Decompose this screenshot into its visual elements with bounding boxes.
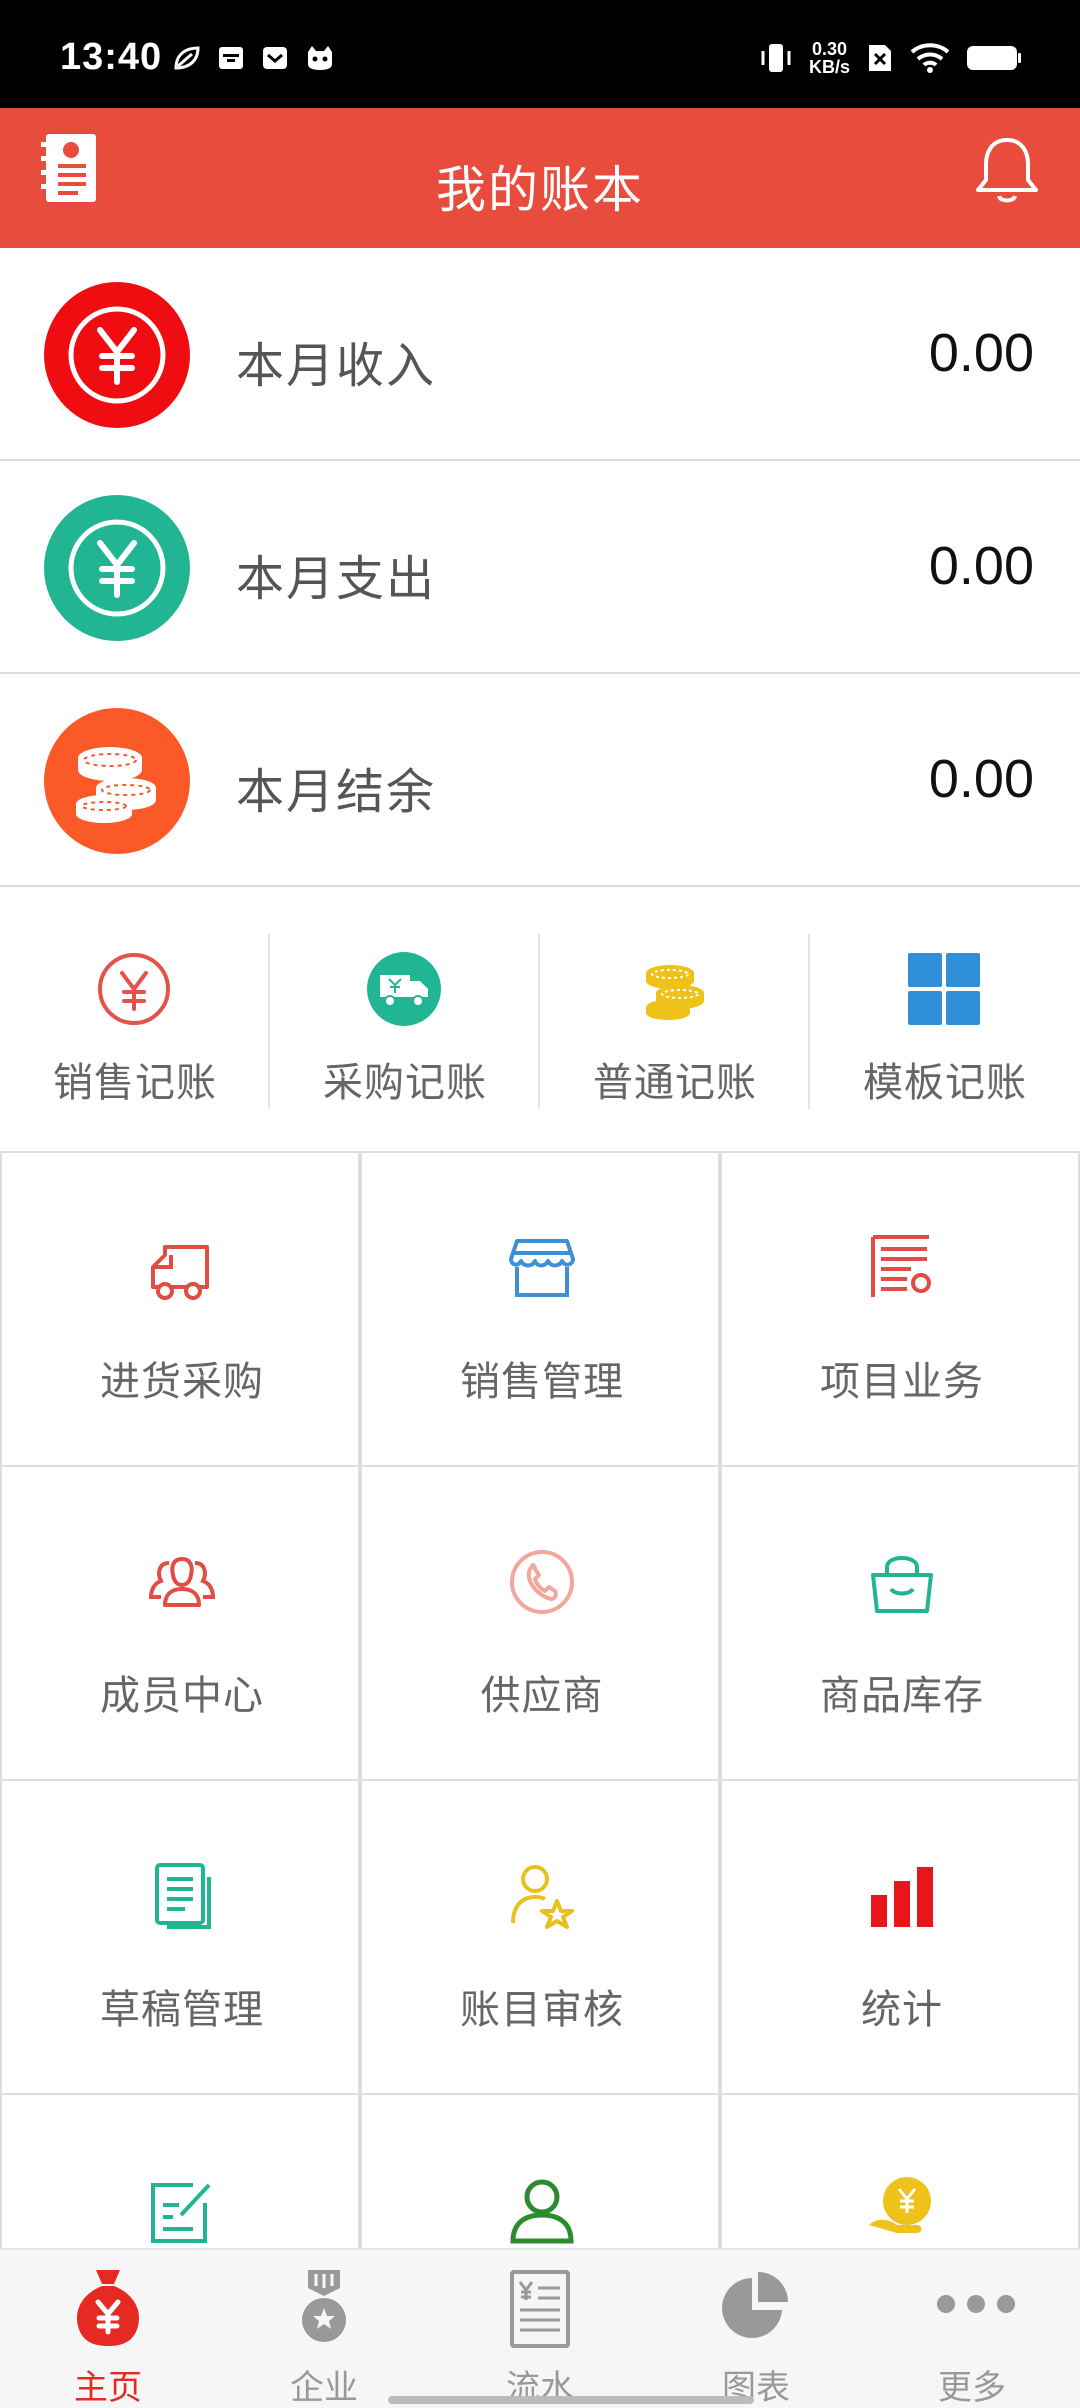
grid-item-inventory[interactable]: 商品库存 <box>720 1467 1080 1781</box>
battery-icon <box>967 46 1021 70</box>
summary-balance-row[interactable]: 本月结余 0.00 <box>0 674 1080 887</box>
cat-icon <box>308 46 332 70</box>
quick-sales-label: 销售记账 <box>53 1061 217 1105</box>
grid-item-account-review[interactable]: 账目审核 <box>360 1781 720 2095</box>
hand-yuan-icon <box>869 2177 931 2233</box>
quick-purchase-label: 采购记账 <box>323 1061 487 1105</box>
quick-actions: 销售记账 采购记账 普通记账 模板记账 <box>0 888 1080 1153</box>
yuan-circle-icon <box>44 495 190 641</box>
grid-label: 账目审核 <box>460 1988 624 2032</box>
grid-label: 商品库存 <box>820 1674 984 1718</box>
quick-template-label: 模板记账 <box>863 1061 1027 1105</box>
net-speed-value: 0.30 <box>811 39 848 59</box>
quick-general-entry[interactable]: 普通记账 <box>540 888 810 1153</box>
tab-home-label: 主页 <box>74 2369 142 2407</box>
archive-icon <box>219 47 243 69</box>
draft-docs-icon <box>155 1863 211 1929</box>
grid-label: 统计 <box>861 1988 943 2032</box>
money-bag-icon <box>77 2270 139 2346</box>
shopping-bag-icon <box>871 1556 933 1613</box>
grid-item-project-business[interactable]: 项目业务 <box>720 1153 1080 1467</box>
status-notification-icons <box>172 44 336 72</box>
yuan-circle-icon <box>44 282 190 428</box>
summary-income-label: 本月收入 <box>236 340 437 393</box>
person-icon <box>510 2179 574 2244</box>
home-indicator[interactable] <box>388 2396 754 2404</box>
truck-icon <box>367 952 441 1026</box>
sim-x-icon <box>869 45 891 71</box>
grid-squares-icon <box>908 953 980 1025</box>
bottom-nav: 主页 企业 流水 图表 更多 <box>0 2248 1080 2408</box>
grid-item-person[interactable] <box>360 2095 720 2248</box>
leaf-icon <box>174 46 200 70</box>
grid-label: 销售管理 <box>460 1360 624 1404</box>
vibrate-icon <box>761 44 791 72</box>
tab-enterprise[interactable]: 企业 <box>216 2250 432 2408</box>
more-dots-icon <box>937 2295 1015 2313</box>
quick-purchase-entry[interactable]: 采购记账 <box>270 888 540 1153</box>
grid-label: 成员中心 <box>100 1674 264 1718</box>
tab-more[interactable]: 更多 <box>864 2250 1080 2408</box>
edit-note-icon <box>151 2183 211 2243</box>
medal-icon <box>302 2270 346 2342</box>
feature-grid: 进货采购 销售管理 项目业务 成员中心 供应商 商品库存 草稿管理 账目审核 统… <box>0 1153 1080 2248</box>
status-time: 13:40 <box>60 36 163 78</box>
document-list-icon <box>871 1235 931 1297</box>
summary-expense-value: 0.00 <box>928 536 1034 596</box>
network-speed: 0.30 KB/s <box>809 40 850 76</box>
summary-balance-label: 本月结余 <box>236 766 437 819</box>
grid-label: 草稿管理 <box>100 1988 264 2032</box>
grid-item-supplier[interactable]: 供应商 <box>360 1467 720 1781</box>
tab-home[interactable]: 主页 <box>0 2250 216 2408</box>
coins-icon <box>44 708 190 854</box>
page-title: 我的账本 <box>436 162 644 218</box>
quick-general-label: 普通记账 <box>593 1061 757 1105</box>
storefront-icon <box>509 1239 575 1297</box>
receipt-icon <box>510 2270 570 2348</box>
bell-icon[interactable] <box>972 134 1042 208</box>
summary-expense-label: 本月支出 <box>236 553 437 606</box>
grid-label: 项目业务 <box>820 1360 984 1404</box>
wifi-icon <box>910 43 950 73</box>
tab-transactions[interactable]: 流水 <box>432 2250 648 2408</box>
bar-chart-icon <box>871 1867 933 1927</box>
pie-chart-icon <box>722 2272 788 2338</box>
grid-label: 进货采购 <box>100 1360 264 1404</box>
summary-balance-value: 0.00 <box>928 749 1034 809</box>
summary-income-row[interactable]: 本月收入 0.00 <box>0 248 1080 461</box>
app-header: 我的账本 <box>0 108 1080 248</box>
status-system-icons: 0.30 KB/s <box>759 40 1022 76</box>
quick-sales-entry[interactable]: 销售记账 <box>0 888 270 1153</box>
grid-item-hand-yuan[interactable] <box>720 2095 1080 2248</box>
grid-item-member-center[interactable]: 成员中心 <box>0 1467 360 1781</box>
status-bar: 13:40 0.30 KB/s <box>0 0 1080 108</box>
grid-item-sales-management[interactable]: 销售管理 <box>360 1153 720 1467</box>
tab-charts[interactable]: 图表 <box>648 2250 864 2408</box>
grid-item-purchase-stock[interactable]: 进货采购 <box>0 1153 360 1467</box>
grid-item-edit-note[interactable] <box>0 2095 360 2248</box>
message-icon <box>263 47 287 69</box>
delivery-truck-icon <box>151 1245 209 1300</box>
phone-icon <box>510 1550 574 1614</box>
summary-income-value: 0.00 <box>928 323 1034 383</box>
quick-template-entry[interactable]: 模板记账 <box>810 888 1080 1153</box>
summary-expense-row[interactable]: 本月支出 0.00 <box>0 461 1080 674</box>
grid-item-statistics[interactable]: 统计 <box>720 1781 1080 2095</box>
coins-stack-icon <box>646 965 704 1020</box>
yuan-outline-icon <box>98 953 170 1025</box>
grid-item-drafts[interactable]: 草稿管理 <box>0 1781 360 2095</box>
user-star-icon <box>511 1865 574 1929</box>
members-icon <box>148 1557 216 1607</box>
tab-more-label: 更多 <box>938 2369 1006 2407</box>
grid-label: 供应商 <box>480 1674 604 1718</box>
net-speed-unit: KB/s <box>808 57 850 77</box>
